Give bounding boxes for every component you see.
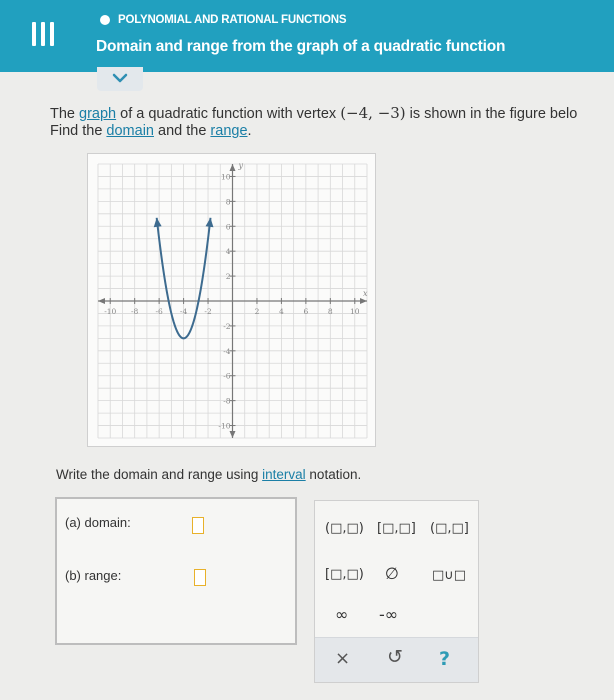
x-axis-arrow-left-icon — [98, 298, 105, 304]
graph-link[interactable]: graph — [79, 106, 116, 122]
domain-link[interactable]: domain — [106, 123, 154, 139]
topic-status-dot-icon — [100, 15, 110, 25]
y-tick-label: 8 — [226, 197, 231, 206]
y-axis-label: y — [238, 161, 244, 170]
empty-set-button[interactable]: ∅ — [385, 564, 399, 583]
question-text: The — [50, 106, 80, 122]
interval-link[interactable]: interval — [262, 467, 306, 482]
x-tick-label: -2 — [204, 307, 212, 316]
graph-figure: -10 -8 -6 -4 -2 2 4 6 8 10 10 8 6 4 2 -2 -4 -6 -8 -10 x y — [87, 153, 376, 447]
open-closed-interval-button[interactable]: (□,□] — [430, 521, 469, 536]
y-tick-label: 6 — [226, 222, 231, 231]
chevron-down-icon — [112, 73, 128, 83]
negative-infinity-button[interactable]: -∞ — [379, 605, 398, 624]
x-tick-label: 8 — [328, 307, 333, 316]
x-tick-label: 6 — [303, 307, 308, 316]
y-tick-label: -4 — [223, 347, 231, 356]
question-text: and the — [153, 123, 211, 139]
instruction-part: notation. — [305, 467, 362, 482]
lesson-title: Domain and range from the graph of a qua… — [96, 38, 506, 55]
closed-closed-interval-button[interactable]: [□,□] — [377, 521, 416, 536]
header-bar: POLYNOMIAL AND RATIONAL FUNCTIONS Domain… — [0, 0, 614, 72]
y-tick-label: 10 — [221, 172, 231, 181]
question-text: is shown in the figure belo — [405, 106, 578, 122]
math-keypad: (□,□) [□,□] (□,□] [□,□) ∅ □∪□ ∞ -∞ × ↺ ? — [314, 500, 479, 683]
question-text: Find the — [50, 123, 107, 139]
range-input[interactable] — [194, 569, 206, 586]
question-line-2: Find the domain and the range. — [50, 123, 252, 139]
instruction-text: Write the domain and range using interva… — [56, 467, 361, 482]
y-tick-label: -2 — [223, 322, 231, 331]
x-axis-arrow-right-icon — [360, 298, 367, 304]
y-tick-label: 4 — [226, 247, 231, 256]
help-button[interactable]: ? — [439, 648, 450, 670]
topic-label: POLYNOMIAL AND RATIONAL FUNCTIONS — [118, 14, 347, 26]
topic-row: POLYNOMIAL AND RATIONAL FUNCTIONS — [100, 14, 347, 26]
y-tick-label: -10 — [218, 422, 230, 431]
y-axis-arrow-up-icon — [229, 164, 236, 171]
quadratic-graph: -10 -8 -6 -4 -2 2 4 6 8 10 10 8 6 4 2 -2 -4 -6 -8 -10 x y — [97, 161, 368, 439]
y-tick-label: -8 — [223, 397, 231, 406]
closed-open-interval-button[interactable]: [□,□) — [325, 567, 364, 582]
hamburger-menu-icon[interactable] — [30, 22, 56, 46]
instruction-part: Write the domain and range using — [56, 467, 263, 482]
x-tick-label: -8 — [131, 307, 139, 316]
vertex-value: (−4, −3) — [340, 104, 406, 122]
y-axis-arrow-down-icon — [229, 431, 236, 438]
undo-icon[interactable]: ↺ — [387, 646, 403, 668]
x-tick-label: -6 — [155, 307, 163, 316]
range-link[interactable]: range — [210, 123, 247, 139]
domain-input[interactable] — [192, 517, 204, 534]
keypad-actions: × ↺ ? — [315, 637, 478, 682]
y-tick-label: -6 — [223, 372, 231, 381]
x-axis-label: x — [363, 289, 368, 298]
question-text: . — [247, 123, 252, 139]
expand-toggle[interactable] — [97, 67, 143, 91]
x-tick-label: 4 — [279, 307, 284, 316]
question-text: of a quadratic function with vertex — [116, 106, 341, 122]
y-tick-label: 2 — [226, 272, 231, 281]
union-button[interactable]: □∪□ — [432, 568, 466, 583]
answer-panel: (a) domain: (b) range: — [55, 497, 297, 645]
infinity-button[interactable]: ∞ — [335, 605, 348, 624]
range-label: (b) range: — [65, 568, 122, 583]
question-line-1: The graph of a quadratic function with v… — [50, 104, 577, 122]
x-tick-label: -4 — [180, 307, 188, 316]
clear-button[interactable]: × — [335, 648, 350, 669]
x-tick-label: 2 — [255, 307, 260, 316]
x-tick-label: 10 — [350, 307, 360, 316]
open-open-interval-button[interactable]: (□,□) — [325, 521, 364, 536]
domain-label: (a) domain: — [65, 515, 131, 530]
x-tick-label: -10 — [104, 307, 116, 316]
